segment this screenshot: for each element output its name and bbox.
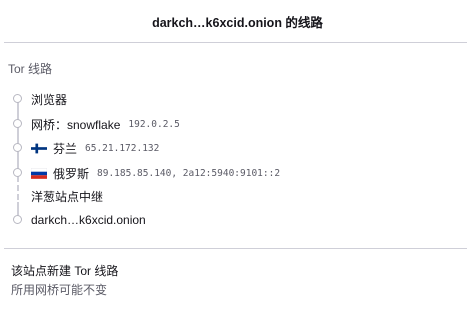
finland-flag-icon [31,143,47,153]
circuit-row-bridge: 网桥：snowflake 192.0.2.5 [31,116,180,132]
node-label: 洋葱站点中继 [31,189,104,204]
new-circuit-button[interactable]: 该站点新建 Tor 线路 [11,262,118,279]
circuit-line-dashed [17,176,19,200]
bridge-note: 所用网桥可能不变 [11,283,108,297]
circuit-node [13,168,22,177]
node-label: 浏览器 [31,92,68,107]
circuit-row-destination: darkch…k6xcid.onion [31,212,146,228]
section-title: Tor 线路 [8,62,53,76]
circuit-node [13,215,22,224]
circuit-node [13,94,22,103]
node-ip: 89.185.85.140, 2a12:5940:9101::2 [97,167,281,179]
node-ip: 65.21.172.132 [85,142,160,154]
russia-flag-icon [31,167,47,179]
circuit-node [13,143,22,152]
footer-separator [4,248,467,249]
circuit-row-browser: 浏览器 [31,91,67,107]
node-label: darkch…k6xcid.onion [31,213,146,227]
circuit-diagram: 浏览器 网桥：snowflake 192.0.2.5 芬兰 65.21.172.… [0,86,475,234]
panel-title: darkch…k6xcid.onion 的线路 [152,15,323,30]
circuit-row-russia: 俄罗斯 89.185.85.140, 2a12:5940:9101::2 [31,165,280,181]
header-separator [4,42,467,43]
node-label: 俄罗斯 [53,166,90,181]
circuit-node [13,119,22,128]
panel-header: darkch…k6xcid.onion 的线路 [0,0,475,42]
node-ip: 192.0.2.5 [128,118,180,130]
node-label: 网桥：snowflake [31,117,121,132]
circuit-row-finland: 芬兰 65.21.172.132 [31,140,159,156]
node-label: 芬兰 [53,141,78,156]
circuit-panel: darkch…k6xcid.onion 的线路 Tor 线路 浏览器 网桥：sn… [0,0,475,313]
circuit-row-onion-relays: 洋葱站点中继 [31,188,103,204]
circuit-line [17,98,19,172]
